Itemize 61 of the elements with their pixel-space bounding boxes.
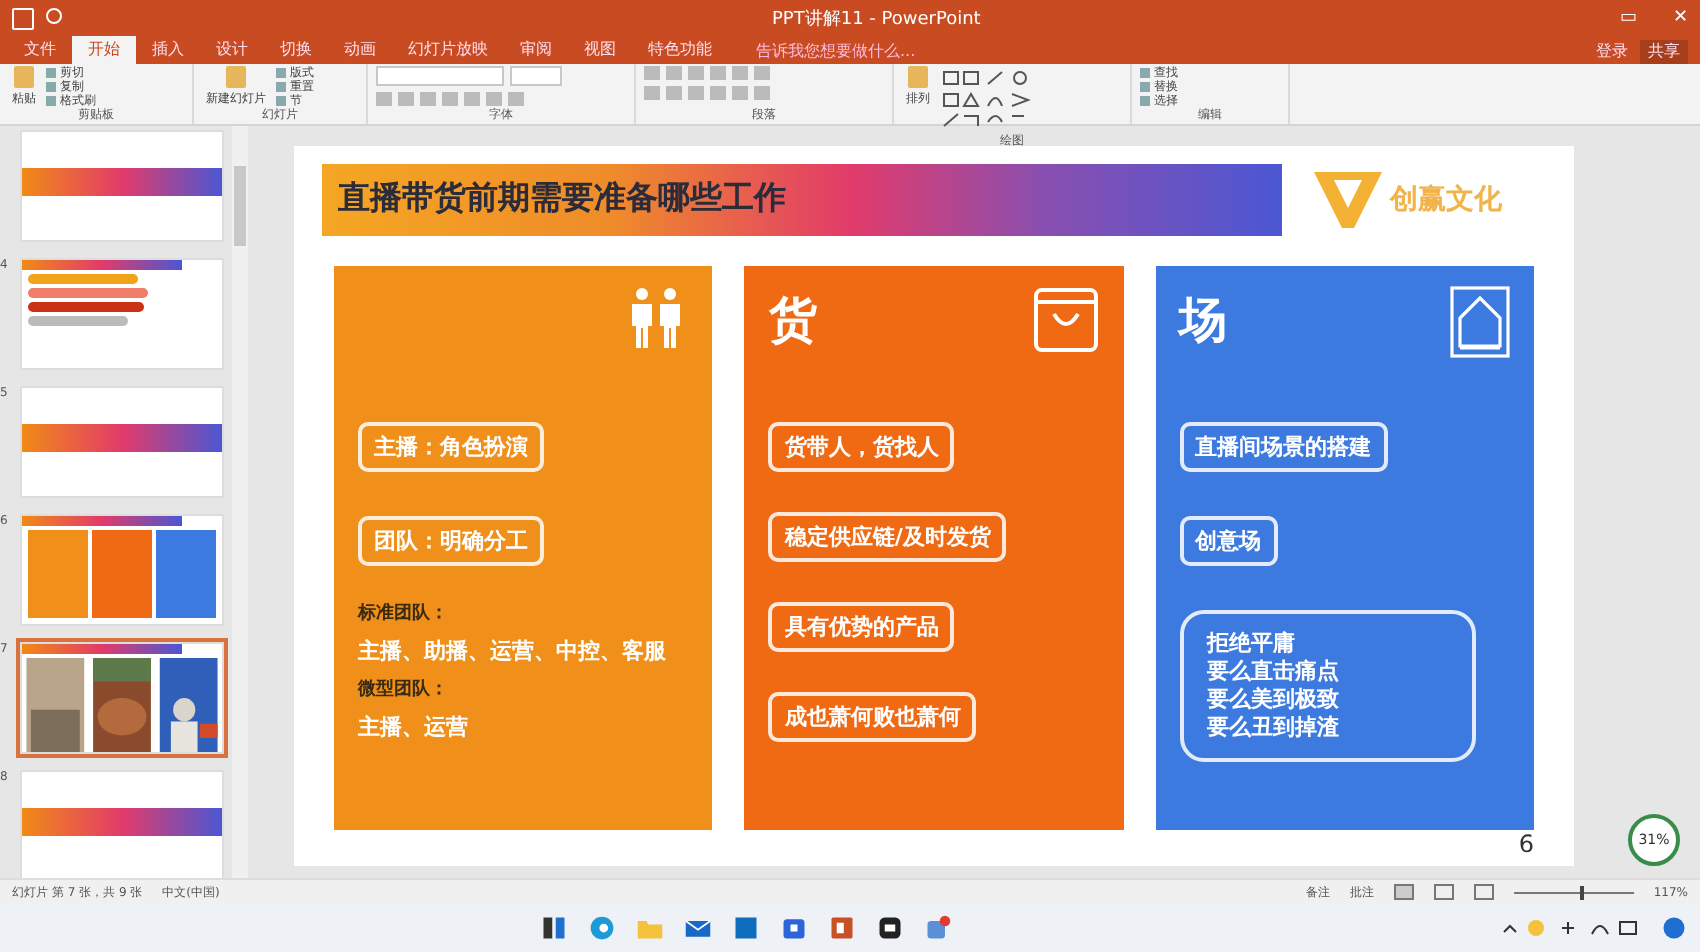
window-control[interactable]: ✕ (1672, 8, 1688, 28)
outlined-label: 直播间场景的搭建 (1179, 421, 1388, 472)
slide-title: 直播带货前期需要准备哪些工作 (338, 178, 786, 221)
window-title: PPT讲解11 - PowerPoint (772, 7, 983, 31)
share-button[interactable]: 共享 (1640, 40, 1688, 64)
ribbon-tab[interactable]: 审阅 (504, 36, 568, 64)
ribbon-tab[interactable]: 切换 (264, 36, 328, 64)
team-label: 微型团队： (358, 677, 448, 704)
ribbon-tab[interactable]: 幻灯片放映 (392, 36, 504, 64)
outlined-label: 稳定供应链/及时发货 (768, 511, 1007, 562)
font-name-field[interactable] (376, 66, 504, 86)
font-size-field[interactable] (510, 66, 562, 86)
ribbon-tab[interactable]: 插入 (136, 36, 200, 64)
logo-text: 创赢文化 (1390, 181, 1502, 218)
slide-thumbnail[interactable] (20, 642, 224, 754)
outlined-label: 货带人，货找人 (768, 421, 955, 472)
slide-thumbnail[interactable] (20, 258, 224, 370)
sign-in-link[interactable]: 登录 (1596, 40, 1628, 64)
slide-thumbnail[interactable] (20, 770, 224, 878)
app-icon[interactable] (732, 914, 760, 942)
mail-icon[interactable] (684, 914, 712, 942)
chat-app-icon[interactable] (924, 914, 952, 942)
store-icon[interactable] (780, 914, 808, 942)
powerpoint-icon[interactable] (828, 914, 856, 942)
page-number: 6 (1516, 830, 1534, 858)
slide-thumbnail[interactable] (20, 130, 224, 242)
tray-icons[interactable] (1500, 916, 1640, 940)
ribbon-tab[interactable]: 特色功能 (632, 36, 728, 64)
slogan-line: 要么直击痛点 (1207, 657, 1340, 686)
outlined-label: 主播：角色扮演 (358, 421, 544, 472)
save-icon[interactable] (12, 7, 34, 29)
ribbon-tab[interactable]: 开始 (72, 36, 136, 64)
task-view-icon[interactable] (540, 914, 568, 942)
ribbon-tab[interactable]: 动画 (328, 36, 392, 64)
slide-thumbnail[interactable] (20, 514, 224, 626)
sorter-view-icon[interactable] (1433, 884, 1454, 900)
slogan-line: 拒绝平庸 (1207, 629, 1296, 658)
reading-view-icon[interactable] (1473, 884, 1494, 900)
house-icon (1449, 285, 1510, 358)
slogan-line: 要么美到极致 (1207, 685, 1340, 714)
slide-thumbnail[interactable] (20, 386, 224, 498)
normal-view-icon[interactable] (1393, 884, 1414, 900)
column-heading: 场 (1179, 289, 1228, 352)
outlined-label: 创意场 (1179, 515, 1278, 566)
logo-icon (1314, 171, 1382, 228)
ribbon-tab[interactable]: 设计 (200, 36, 264, 64)
team-members: 主播、运营 (358, 711, 468, 744)
team-label: 标准团队： (358, 600, 448, 628)
column-heading: 货 (768, 289, 817, 352)
window-control[interactable]: ▭ (1619, 8, 1637, 28)
outlined-label: 具有优势的产品 (768, 601, 955, 652)
ribbon-tab[interactable]: 视图 (568, 36, 632, 64)
slogan-line: 要么丑到掉渣 (1207, 713, 1340, 742)
ribbon-tab[interactable]: 文件 (8, 36, 72, 64)
browser-icon[interactable] (588, 914, 616, 942)
scrollbar[interactable] (234, 166, 246, 246)
team-members: 主播、助播、运营、中控、客服 (358, 635, 666, 668)
video-app-icon[interactable] (876, 914, 904, 942)
bag-icon (1031, 285, 1100, 354)
outlined-label: 团队：明确分工 (358, 515, 544, 566)
outlined-label: 成也萧何败也萧何 (768, 691, 977, 742)
